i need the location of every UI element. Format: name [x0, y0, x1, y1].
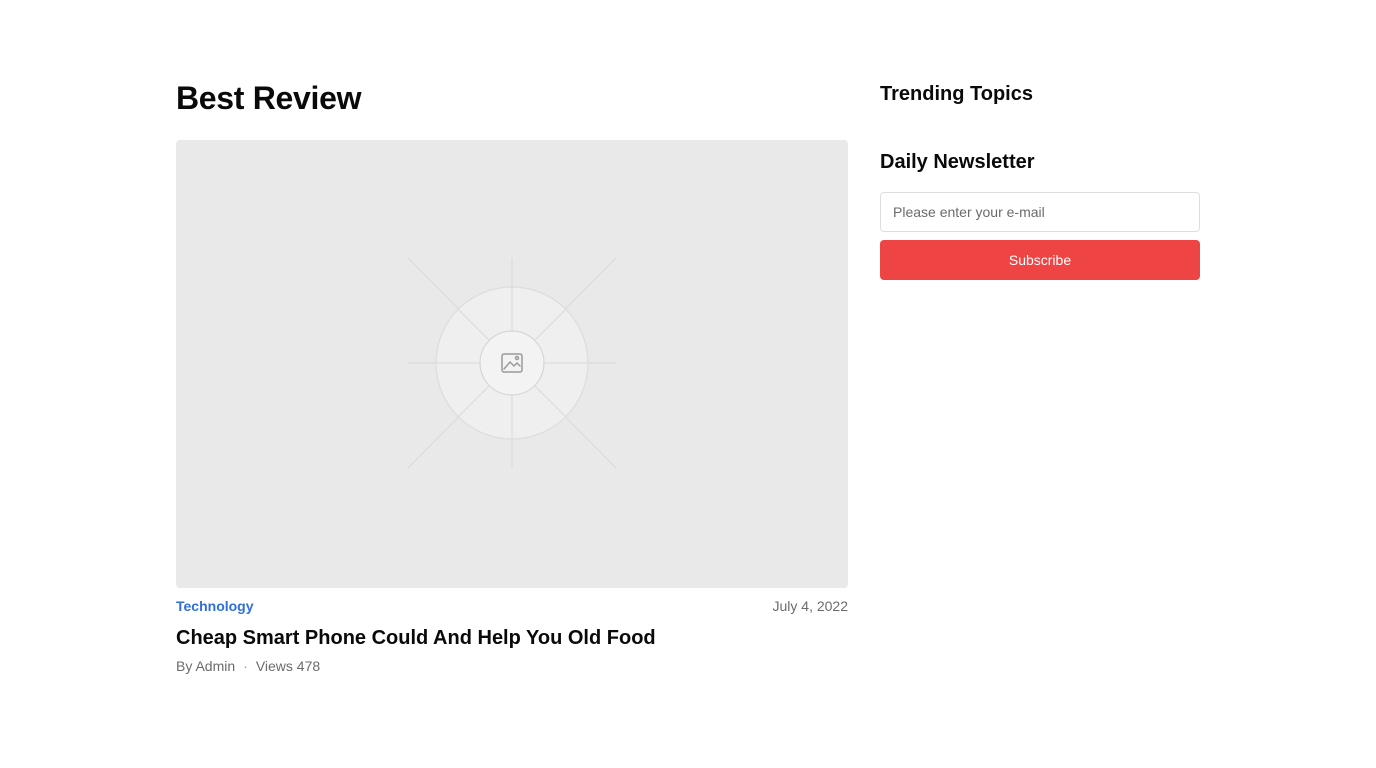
trending-topics-heading: Trending Topics: [880, 83, 1033, 105]
post-category-link[interactable]: Technology: [176, 598, 254, 614]
section-title: Best Review: [176, 80, 362, 116]
sidebar: Trending Topics Daily Newsletter Subscri…: [880, 80, 1200, 280]
post-thumbnail[interactable]: [176, 140, 848, 588]
best-review-section: Best Review Technology July 4, 2022 Chea…: [176, 80, 848, 674]
subscribe-button[interactable]: Subscribe: [880, 240, 1200, 280]
image-placeholder-graphic: [407, 257, 617, 469]
post-title-link[interactable]: Cheap Smart Phone Could And Help You Old…: [176, 626, 848, 650]
newsletter-heading: Daily Newsletter: [880, 151, 1035, 173]
email-field[interactable]: [880, 192, 1200, 232]
post-date: July 4, 2022: [772, 598, 849, 614]
post-byline: By Admin · Views 478: [176, 658, 848, 674]
byline-separator: ·: [243, 658, 248, 674]
post-views: Views 478: [255, 658, 321, 674]
post-author: By Admin: [176, 658, 236, 674]
page: Best Review Technology July 4, 2022 Chea…: [0, 0, 1376, 768]
post-meta-row: Technology July 4, 2022: [176, 598, 848, 614]
